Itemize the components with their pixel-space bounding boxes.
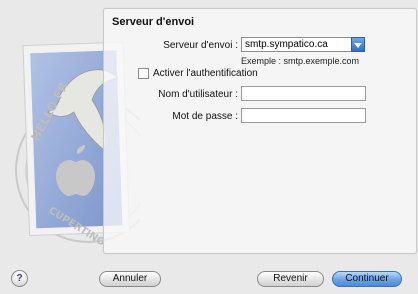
smtp-hint: Exemple : smtp.exemple.com — [241, 56, 360, 66]
help-button[interactable]: ? — [11, 270, 28, 287]
back-button[interactable]: Revenir — [257, 271, 324, 287]
username-label: Nom d'utilisateur : — [158, 89, 238, 100]
password-label: Mot de passe : — [172, 111, 238, 122]
select-arrow-button[interactable] — [351, 37, 365, 52]
section-title: Serveur d'envoi — [112, 16, 195, 28]
username-field[interactable] — [241, 86, 366, 101]
settings-panel: Serveur d'envoi Serveur d'envoi : smtp.s… — [103, 8, 417, 254]
auth-checkbox-label[interactable]: Activer l'authentification — [153, 68, 258, 79]
smtp-server-select[interactable]: smtp.sympatico.ca — [241, 37, 365, 52]
chevron-down-icon — [354, 43, 362, 48]
password-field[interactable] — [241, 108, 366, 123]
smtp-server-label: Serveur d'envoi : — [163, 40, 238, 51]
smtp-server-value: smtp.sympatico.ca — [245, 39, 328, 50]
cancel-button[interactable]: Annuler — [99, 271, 161, 287]
auth-checkbox[interactable] — [138, 68, 149, 79]
continue-button[interactable]: Continuer — [332, 271, 402, 287]
